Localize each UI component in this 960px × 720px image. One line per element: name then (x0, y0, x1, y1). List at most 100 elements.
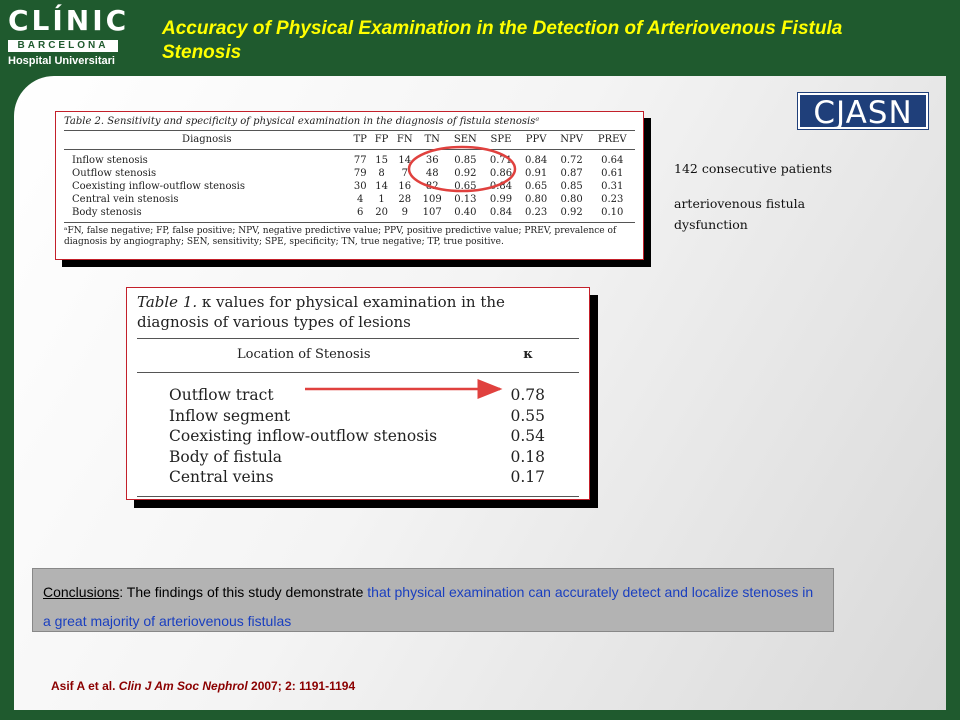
table1-location: Inflow segment (169, 406, 291, 425)
table1-location: Outflow tract (169, 386, 274, 404)
table2-value-cell: 0.61 (601, 168, 624, 179)
table1-location: Coexisting inflow-outflow stenosis (169, 427, 438, 445)
table2-col-header: NPV (553, 131, 590, 150)
table1-figure: Table 1. κ values for physical examinati… (126, 287, 590, 500)
table2-value-cell: 48 (425, 168, 439, 179)
table2-value-cell: 0.87 (560, 168, 583, 179)
table1-row: Inflow segment 0.55 (137, 406, 579, 427)
table2-value-cell: 15 (375, 155, 388, 166)
clinic-logo: CLÍNIC BARCELONA Hospital Universitari (8, 4, 126, 67)
table2-value-cell: 0.85 (560, 181, 583, 192)
table1-caption-prefix: Table 1. (137, 293, 198, 311)
table2-col-header: PPV (518, 131, 554, 150)
table2-value-cell: 0.13 (454, 194, 477, 205)
table2-value-cell: 14 (375, 181, 388, 192)
citation-details: 2007; 2: 1191-1194 (247, 679, 356, 693)
side-note-patients: 142 consecutive patients (674, 161, 833, 176)
table1-header-location: Location of Stenosis (237, 347, 371, 362)
table2-value-cell: 0.85 (454, 155, 477, 166)
table2-value-cell: 0.84 (489, 207, 513, 218)
table2-value-cell: 36 (425, 155, 439, 166)
table2-value-cell: 0.86 (489, 168, 513, 179)
table2-value-cell: 28 (398, 194, 412, 205)
table2-value-cell: 0.92 (560, 207, 583, 218)
table2-value-cell: 0.72 (560, 155, 583, 166)
table2-value-cell: 0.64 (601, 155, 624, 166)
table2-value-cell: 0.92 (454, 168, 477, 179)
table2-row: Outflow stenosis 79 8 7 48 0.92 0.86 0.91 0.87 0.… (64, 167, 635, 180)
table2-col-header: PREV (589, 131, 635, 150)
table1-caption: Table 1. κ values for physical examinati… (137, 292, 579, 339)
table2-row: Central vein stenosis 4 1 28 109 0.13 0.99 0.80… (64, 193, 635, 206)
table2-value-cell: 14 (398, 155, 412, 166)
table2-col-header: SEN (447, 131, 484, 150)
table2-value-cell: 0.23 (601, 194, 624, 205)
table1-kappa: 0.55 (510, 406, 545, 425)
table2-value-cell: 1 (378, 194, 385, 205)
table1-row: Central veins 0.17 (137, 467, 579, 488)
conclusion-plain: : The findings of this study demonstrate (119, 584, 368, 600)
table2-value-cell: 20 (375, 207, 388, 218)
table2-value-cell: 7 (401, 168, 408, 179)
table1-row: Coexisting inflow-outflow stenosis 0.54 (137, 426, 579, 447)
conclusion-label: Conclusions (43, 584, 120, 600)
table2-value-cell: 0.40 (454, 207, 477, 218)
table2-value-cell: 0.65 (454, 181, 477, 192)
table2-value-cell: 0.99 (489, 194, 513, 205)
table1-kappa: 0.78 (510, 386, 545, 404)
table1-header-kappa: κ (523, 347, 533, 362)
table2-row: Coexisting inflow-outflow stenosis 30 14 16… (64, 180, 635, 193)
table1-location: Body of fistula (169, 447, 283, 466)
table2-footnote: ᵃFN, false negative; FP, false positive;… (64, 222, 635, 248)
table2-col-header: Diagnosis (64, 131, 350, 150)
table1-kappa: 0.18 (510, 447, 545, 466)
table1-rows: Outflow tract 0.78 Inflow segment 0.55 Coexi… (137, 373, 579, 497)
table2-value-cell: 8 (378, 168, 385, 179)
table2-value-cell: 82 (425, 181, 439, 192)
table2-value-cell: 109 (422, 194, 442, 205)
table2-value-cell: 9 (401, 207, 408, 218)
table2-value-cell: 0.10 (601, 207, 624, 218)
table2-value-cell: 77 (353, 155, 367, 166)
table2-value-cell: 0.23 (524, 207, 548, 218)
table2-row: Inflow stenosis 77 15 14 36 0.85 0.71 0.84 0.72 0… (64, 150, 635, 168)
slide-header: CLÍNIC BARCELONA Hospital Universitari A… (0, 0, 960, 76)
table2-header-row: Diagnosis TP FP FN TN SEN SPE PPV NPV PREV (64, 131, 635, 150)
table2-value-cell: 30 (353, 181, 367, 192)
table2-diagnosis-cell: Inflow stenosis (72, 155, 148, 166)
logo-hospital-text: Hospital Universitari (8, 55, 115, 67)
side-note-dysfunction: arteriovenous fistula dysfunction (674, 196, 806, 232)
table2-value-cell: 0.84 (524, 155, 548, 166)
table2-value-cell: 16 (398, 181, 412, 192)
table2-diagnosis-cell: Coexisting inflow-outflow stenosis (72, 181, 245, 192)
table2-body: Inflow stenosis 77 15 14 36 0.85 0.71 0.84 0.72 0… (64, 150, 635, 220)
table2-value-cell: 0.31 (601, 181, 624, 192)
table2-col-header: TP (349, 131, 371, 150)
table2-value-cell: 79 (353, 168, 367, 179)
table2-value-cell: 0.65 (524, 181, 548, 192)
table1-location: Central veins (169, 468, 274, 486)
table1-row: Outflow tract 0.78 (137, 385, 579, 406)
table2-diagnosis-cell: Outflow stenosis (72, 168, 157, 179)
citation-authors: Asif A et al. (51, 679, 119, 693)
table2-diagnosis-cell: Body stenosis (72, 207, 142, 218)
cjasn-badge: CJASN (797, 92, 929, 131)
table1-kappa: 0.17 (510, 468, 545, 486)
table2-col-header: FP (370, 131, 393, 150)
slide-title: Accuracy of Physical Examination in the … (162, 18, 843, 63)
logo-main-text: CLÍNIC (8, 4, 130, 37)
logo-sub-text: BARCELONA (8, 40, 118, 52)
table2-value-cell: 4 (357, 194, 364, 205)
table2-col-header: SPE (483, 131, 519, 150)
table2-value-cell: 0.80 (524, 194, 548, 205)
table2-col-header: TN (417, 131, 448, 150)
table2-caption: Table 2. Sensitivity and specificity of … (64, 116, 635, 131)
table2-value-cell: 107 (422, 207, 442, 218)
table1-row: Body of fistula 0.18 (137, 447, 579, 468)
table2-figure: Table 2. Sensitivity and specificity of … (55, 111, 644, 260)
table2-diagnosis-cell: Central vein stenosis (72, 194, 179, 205)
conclusion-box: Conclusions: The findings of this study … (32, 568, 834, 632)
table1-header: Location of Stenosis κ (137, 339, 579, 373)
table2-value-cell: 6 (357, 207, 364, 218)
citation: Asif A et al. Clin J Am Soc Nephrol 2007… (51, 679, 355, 693)
